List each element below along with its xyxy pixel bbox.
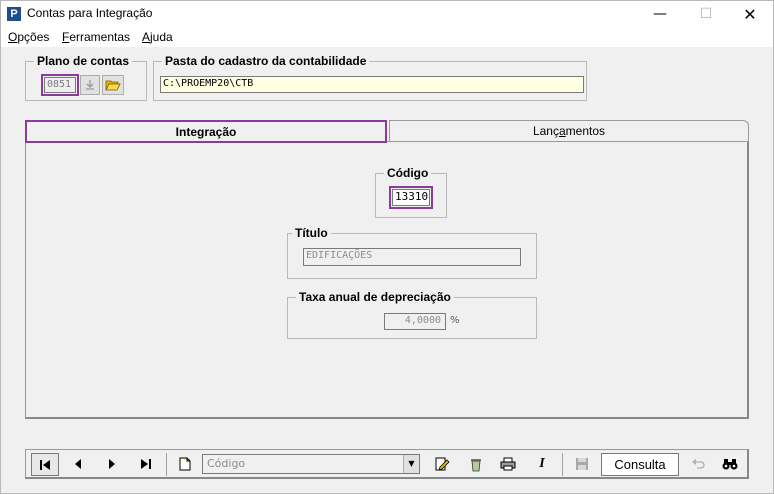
undo-button[interactable] (684, 453, 712, 476)
tab-container: Integração Lançamentos Código 13310 Títu… (25, 120, 749, 420)
menu-opcoes[interactable]: Opções (8, 30, 49, 44)
app-icon: P (7, 7, 21, 21)
menu-bar: Opções Ferramentas Ajuda (1, 28, 773, 47)
menu-opcoes-accel: O (8, 30, 18, 44)
menu-ferramentas[interactable]: Ferramentas (62, 30, 130, 44)
new-document-icon (179, 457, 191, 471)
menu-ferramentas-rest: erramentas (69, 30, 131, 44)
taxa-legend: Taxa anual de depreciação (296, 290, 454, 304)
tab-lancamentos-pre: Lanç (532, 124, 559, 138)
next-record-button[interactable] (98, 453, 126, 476)
menu-ajuda[interactable]: Ajuda (142, 30, 173, 44)
plano-input[interactable]: 0851 (41, 74, 79, 96)
save-button[interactable] (568, 453, 596, 476)
tab-lancamentos-accel: a (558, 124, 566, 138)
print-button[interactable] (494, 453, 522, 476)
find-button[interactable] (716, 453, 744, 476)
folder-open-icon (105, 80, 121, 91)
mode-consulta: Consulta (601, 453, 679, 476)
search-field-combo-value: Código (207, 457, 246, 470)
navigation-toolbar: Código ▼ I Consulta (25, 449, 749, 479)
codigo-group: Código 13310 (375, 166, 447, 218)
save-icon (576, 458, 588, 470)
open-folder-button[interactable] (102, 75, 124, 95)
printer-icon (500, 457, 516, 471)
delete-record-button[interactable] (462, 453, 490, 476)
tab-integracao[interactable]: Integração (25, 120, 387, 143)
taxa-input[interactable]: 4,0000 (384, 313, 446, 330)
taxa-group: Taxa anual de depreciação 4,0000 % (287, 290, 537, 339)
plano-legend: Plano de contas (34, 54, 133, 68)
menu-opcoes-rest: pções (17, 30, 50, 44)
plano-group: Plano de contas 0851 (25, 54, 147, 101)
search-field-combo[interactable]: Código ▼ (202, 454, 420, 474)
minimize-button[interactable]: — (637, 1, 683, 28)
pasta-input[interactable]: C:\PROEMP20\CTB (160, 76, 584, 93)
menu-ajuda-accel: A (142, 30, 151, 44)
chevron-down-icon[interactable]: ▼ (403, 455, 419, 473)
tab-lancamentos[interactable]: Lançamentos (389, 120, 749, 142)
italic-button[interactable]: I (528, 453, 556, 476)
titulo-input[interactable]: EDIFICAÇÕES (303, 248, 521, 266)
window-title: Contas para Integração (27, 6, 153, 20)
first-icon (40, 460, 50, 470)
trash-icon (471, 459, 481, 472)
toolbar-separator (562, 453, 563, 476)
edit-record-button[interactable] (428, 453, 456, 476)
close-button[interactable]: ✕ (727, 1, 773, 28)
first-record-button[interactable] (31, 453, 59, 476)
toolbar-separator (166, 453, 167, 476)
pasta-group: Pasta do cadastro da contabilidade C:\PR… (153, 54, 587, 101)
vertical-scrollbar[interactable] (765, 47, 773, 447)
pasta-legend: Pasta do cadastro da contabilidade (162, 54, 370, 68)
titulo-legend: Título (292, 226, 331, 240)
previous-icon (75, 459, 81, 469)
next-icon (109, 459, 115, 469)
previous-record-button[interactable] (64, 453, 92, 476)
title-bar: P Contas para Integração — ☐ ✕ (1, 1, 773, 28)
download-icon (86, 80, 94, 90)
edit-document-icon (435, 457, 450, 471)
last-icon (141, 459, 151, 469)
maximize-button[interactable]: ☐ (683, 1, 729, 28)
download-button[interactable] (80, 75, 100, 95)
last-record-button[interactable] (132, 453, 160, 476)
codigo-legend: Código (384, 166, 432, 180)
tab-lancamentos-post: mentos (565, 124, 606, 138)
binoculars-icon (722, 459, 738, 470)
codigo-input[interactable]: 13310 (389, 186, 433, 209)
titulo-group: Título EDIFICAÇÕES (287, 226, 537, 279)
menu-ajuda-rest: juda (150, 30, 173, 44)
undo-icon (692, 459, 705, 469)
main-window: P Contas para Integração — ☐ ✕ Opções Fe… (0, 0, 774, 494)
taxa-unit: % (450, 315, 460, 326)
new-record-button[interactable] (171, 453, 199, 476)
tab-panel-integracao: Código 13310 Título EDIFICAÇÕES Taxa anu… (25, 141, 749, 419)
